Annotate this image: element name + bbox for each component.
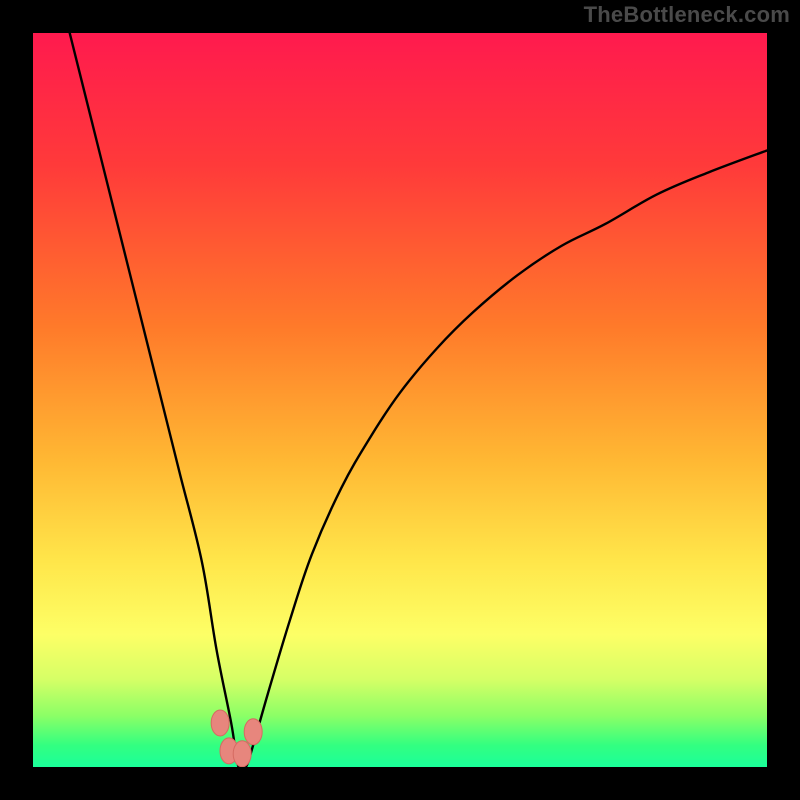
plot-area — [33, 33, 767, 767]
chart-frame: TheBottleneck.com — [0, 0, 800, 800]
optimum-marker — [211, 710, 229, 736]
plot-svg — [33, 33, 767, 767]
watermark-text: TheBottleneck.com — [584, 2, 790, 28]
optimum-marker — [244, 719, 262, 745]
optimum-marker — [233, 741, 251, 767]
gradient-background — [33, 33, 767, 767]
